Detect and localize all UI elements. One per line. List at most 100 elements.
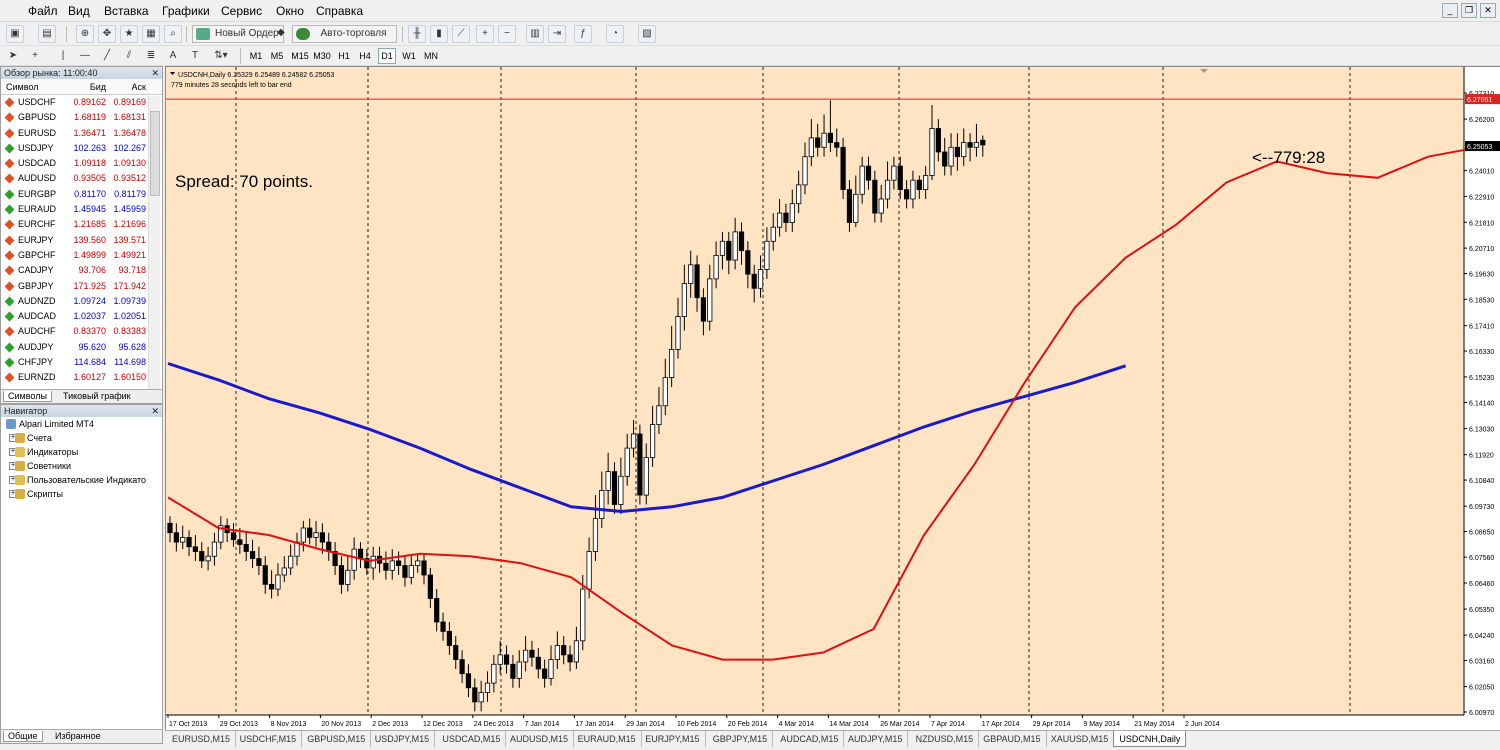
indicators-icon[interactable]: ƒ [574, 25, 592, 43]
market-watch-scrollbar[interactable] [148, 96, 160, 402]
minimize-icon[interactable]: _ [1442, 3, 1458, 18]
nav-item-indicators[interactable]: + Индикаторы [1, 445, 162, 459]
profiles-icon[interactable]: ▤ [38, 25, 56, 43]
zoom-out-icon[interactable]: − [498, 25, 516, 43]
tab-tick-chart[interactable]: Тиковый график [59, 391, 135, 401]
chart-tab[interactable]: USDCAD,M15 [437, 731, 507, 747]
col-bid[interactable]: Бид [66, 79, 106, 94]
nav-root[interactable]: Alpari Limited MT4 [1, 417, 162, 431]
navigator-icon[interactable]: ★ [120, 25, 138, 43]
chart-tab[interactable]: AUDCAD,M15 [775, 731, 845, 747]
price-chart[interactable]: 6.273106.262006.240106.229106.218106.207… [166, 67, 1500, 731]
tf-mn[interactable]: MN [421, 48, 441, 64]
vertical-line-icon[interactable]: | [56, 47, 70, 65]
metaeditor-icon[interactable]: ◆ [272, 25, 290, 43]
periods-icon[interactable]: ◔ [606, 25, 624, 43]
market-watch-row[interactable]: EURJPY 139.560 139.571 [1, 233, 147, 248]
chart-tab[interactable]: XAUUSD,M15 [1046, 731, 1115, 747]
menu-window[interactable]: Окно [276, 4, 304, 18]
chart-tab[interactable]: EURUSD,M15 [167, 731, 237, 747]
market-watch-row[interactable]: CADJPY 93.706 93.718 [1, 263, 147, 278]
menu-file[interactable]: Файл [28, 4, 58, 18]
horizontal-line-icon[interactable]: — [78, 47, 92, 65]
restore-icon[interactable]: ❐ [1461, 3, 1477, 18]
terminal-icon[interactable]: ▦ [142, 25, 160, 43]
chart-tab[interactable]: USDCHF,M15 [235, 731, 303, 747]
scroll-thumb[interactable] [150, 111, 160, 196]
chart-tab[interactable]: AUDUSD,M15 [505, 731, 575, 747]
chart-tab[interactable]: GBPAUD,M15 [978, 731, 1047, 747]
chart-tab[interactable]: NZDUSD,M15 [911, 731, 980, 747]
tf-d1[interactable]: D1 [378, 48, 396, 64]
new-order-button[interactable]: Новый Ордер [192, 25, 284, 43]
nav-item-accounts[interactable]: + Счета [1, 431, 162, 445]
tf-m30[interactable]: M30 [312, 48, 332, 64]
close-icon[interactable]: ✕ [151, 405, 159, 417]
chart-tab[interactable]: USDJPY,M15 [370, 731, 436, 747]
market-watch-row[interactable]: GBPJPY 171.925 171.942 [1, 279, 147, 294]
market-watch-row[interactable]: EURAUD 1.45945 1.45959 [1, 202, 147, 217]
new-chart-icon[interactable]: ▣ [6, 25, 24, 43]
channel-icon[interactable]: ⫽ [122, 47, 136, 65]
chart-tab[interactable]: AUDJPY,M15 [843, 731, 909, 747]
menu-insert[interactable]: Вставка [104, 4, 149, 18]
tab-symbols[interactable]: Символы [3, 391, 52, 402]
cursor-icon[interactable]: ➤ [6, 47, 20, 65]
line-chart-icon[interactable]: ⟋ [452, 25, 470, 43]
autotrade-button[interactable]: Авто-торговля [292, 25, 397, 43]
strategy-tester-icon[interactable]: ⌕ [164, 25, 182, 43]
market-watch-row[interactable]: EURGBP 0.81170 0.81179 [1, 187, 147, 202]
market-watch-row[interactable]: AUDUSD 0.93505 0.93512 [1, 171, 147, 186]
fibonacci-icon[interactable]: ≣ [144, 47, 158, 65]
market-watch-row[interactable]: USDCAD 1.09118 1.09130 [1, 156, 147, 171]
chart-tab[interactable]: EURAUD,M15 [573, 731, 642, 747]
market-watch-row[interactable]: AUDNZD 1.09724 1.09739 [1, 294, 147, 309]
chart-tab[interactable]: EURJPY,M15 [640, 731, 706, 747]
tf-m1[interactable]: M1 [247, 48, 265, 64]
tf-h4[interactable]: H4 [356, 48, 374, 64]
menu-help[interactable]: Справка [316, 4, 363, 18]
market-watch-row[interactable]: EURUSD 1.36471 1.36478 [1, 126, 147, 141]
nav-item-scripts[interactable]: + Скрипты [1, 487, 162, 501]
market-watch-row[interactable]: GBPCHF 1.49899 1.49921 [1, 248, 147, 263]
chart-shift-icon[interactable]: ⇥ [548, 25, 566, 43]
market-watch-row[interactable]: USDCHF 0.89162 0.89169 [1, 95, 147, 110]
chart-tab[interactable]: USDCNH,Daily [1113, 731, 1187, 747]
nav-item-experts[interactable]: + Советники [1, 459, 162, 473]
market-watch-row[interactable]: AUDCHF 0.83370 0.83383 [1, 324, 147, 339]
close-icon[interactable]: ✕ [151, 67, 159, 79]
market-watch-row[interactable]: AUDJPY 95.620 95.628 [1, 340, 147, 355]
trendline-icon[interactable]: ╱ [100, 47, 114, 65]
templates-icon[interactable]: ▧ [638, 25, 656, 43]
chart-tab[interactable]: GBPUSD,M15 [302, 731, 372, 747]
tf-m5[interactable]: M5 [268, 48, 286, 64]
candlestick-icon[interactable]: ▮ [430, 25, 448, 43]
tab-general[interactable]: Общие [3, 731, 43, 742]
tile-windows-icon[interactable]: ▥ [526, 25, 544, 43]
text-icon[interactable]: A [166, 47, 180, 65]
market-watch-row[interactable]: CHFJPY 114.684 114.698 [1, 355, 147, 370]
market-watch-row[interactable]: AUDCAD 1.02037 1.02051 [1, 309, 147, 324]
bar-chart-icon[interactable]: ╫ [408, 25, 426, 43]
menu-view[interactable]: Вид [68, 4, 90, 18]
tf-m15[interactable]: M15 [290, 48, 310, 64]
nav-item-custom-indicators[interactable]: + Пользовательские Индикато [1, 473, 162, 487]
market-watch-row[interactable]: USDJPY 102.263 102.267 [1, 141, 147, 156]
col-ask[interactable]: Аск [106, 79, 146, 94]
tf-h1[interactable]: H1 [335, 48, 353, 64]
market-watch-row[interactable]: EURNZD 1.60127 1.60150 [1, 370, 147, 385]
menu-tools[interactable]: Сервис [221, 4, 262, 18]
close-icon[interactable]: ✕ [1480, 3, 1496, 18]
market-watch-row[interactable]: GBPUSD 1.68119 1.68131 [1, 110, 147, 125]
col-symbol[interactable]: Символ [1, 79, 66, 94]
tab-favorites[interactable]: Избранное [51, 731, 105, 741]
market-watch-row[interactable]: EURCHF 1.21685 1.21696 [1, 217, 147, 232]
data-window-icon[interactable]: ✥ [98, 25, 116, 43]
crosshair-icon[interactable]: + [28, 47, 42, 65]
tf-w1[interactable]: W1 [400, 48, 418, 64]
chart-tab[interactable]: GBPJPY,M15 [708, 731, 774, 747]
text-label-icon[interactable]: T [188, 47, 202, 65]
arrows-icon[interactable]: ⇅▾ [210, 47, 232, 65]
zoom-in-icon[interactable]: + [476, 25, 494, 43]
menu-charts[interactable]: Графики [162, 4, 210, 18]
